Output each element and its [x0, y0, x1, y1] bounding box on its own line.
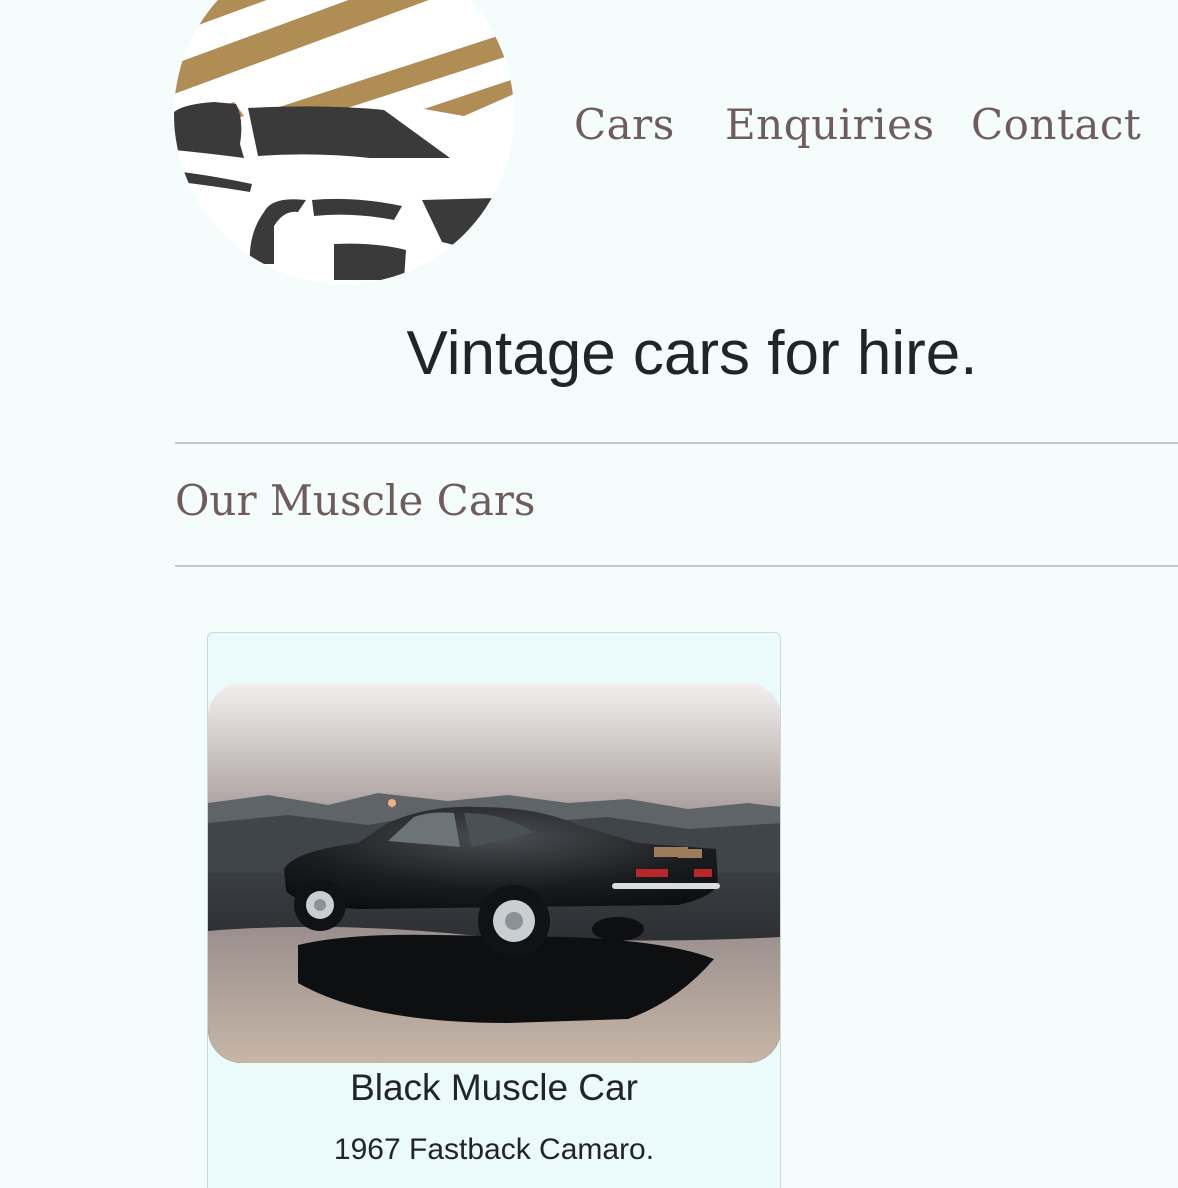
car-card[interactable]: Black Muscle Car 1967 Fastback Camaro. [207, 632, 781, 1188]
divider-top [175, 442, 1178, 444]
hero-title: Vintage cars for hire. [406, 319, 978, 388]
nav-link-contact[interactable]: Contact [971, 100, 1141, 149]
car-card-title: Black Muscle Car [350, 1067, 638, 1108]
car-card-description: 1967 Fastback Camaro. [333, 1133, 655, 1166]
black-muscle-car-photo [208, 683, 780, 1063]
divider-bottom [175, 565, 1178, 567]
nav-link-enquiries[interactable]: Enquiries [725, 100, 935, 149]
main-nav: Cars Enquiries Contact [0, 100, 1178, 164]
section-title: Our Muscle Cars [175, 476, 536, 525]
nav-link-cars[interactable]: Cars [574, 100, 675, 149]
car-card-image[interactable] [208, 683, 780, 1063]
